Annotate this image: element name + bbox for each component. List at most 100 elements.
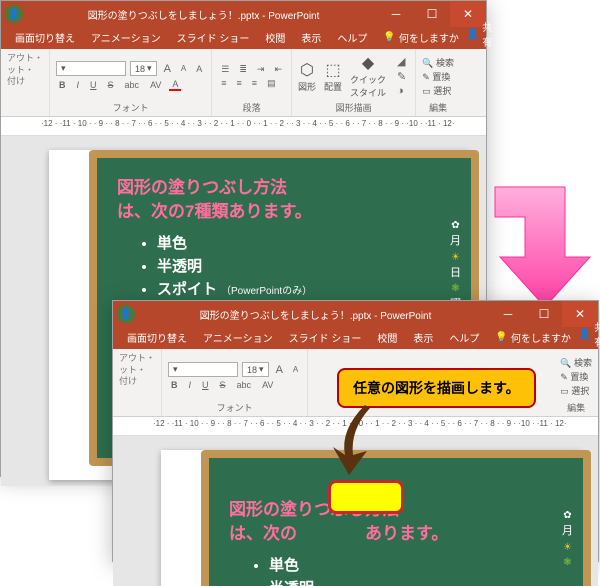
columns-icon[interactable]: ▤	[264, 78, 279, 89]
bullets-icon[interactable]: ☰	[218, 64, 232, 75]
shapes-icon[interactable]: ⬡	[300, 60, 314, 80]
underline-button[interactable]: U	[199, 380, 212, 390]
tab-review[interactable]: 校閲	[369, 326, 405, 349]
share-button[interactable]: 👤共有	[467, 19, 492, 49]
fill-icon[interactable]: ◢	[394, 55, 409, 68]
effects-icon[interactable]: ◑	[394, 85, 409, 97]
shadow-button[interactable]: abc	[234, 380, 255, 390]
tab-view[interactable]: 表示	[293, 26, 329, 49]
select-button[interactable]: ▭ 選択	[560, 384, 592, 397]
tell-me[interactable]: 💡何をしますか	[487, 326, 578, 349]
ribbon: アウト・ ット・ 付け ▾ 18▾ A A A B I U S abc AV A…	[1, 49, 486, 117]
minimize-button[interactable]: ─	[490, 301, 526, 327]
underline-button[interactable]: U	[87, 80, 100, 90]
maximize-button[interactable]: ☐	[526, 301, 562, 327]
group-label-draw: 図形描画	[336, 101, 372, 114]
bullet-list: 単色 半透明	[209, 554, 583, 586]
spacing-button[interactable]: AV	[147, 80, 164, 90]
clear-format-icon[interactable]: A	[193, 64, 205, 74]
user-avatar: 👤	[5, 5, 23, 23]
italic-button[interactable]: I	[186, 380, 195, 390]
arrange-icon[interactable]: ⬚	[325, 60, 340, 80]
group-label-para: 段落	[243, 101, 261, 114]
spacing-button[interactable]: AV	[259, 380, 276, 390]
tab-transitions[interactable]: 画面切り替え	[7, 26, 83, 49]
select-icon: ▭	[560, 386, 569, 396]
group-label-font: フォント	[113, 101, 149, 114]
replace-button[interactable]: ✎ 置換	[422, 70, 454, 83]
decrease-font[interactable]: A	[178, 64, 189, 73]
slide-heading: 図形の塗りつぶし方法は、次の7種類あります。	[117, 176, 451, 224]
bold-button[interactable]: B	[168, 380, 181, 390]
tab-view[interactable]: 表示	[405, 326, 441, 349]
leftpanel-fragment: アウト・ ット・ 付け	[1, 49, 50, 116]
decrease-font[interactable]: A	[290, 365, 301, 374]
increase-font[interactable]: A	[161, 63, 174, 75]
tab-animations[interactable]: アニメーション	[195, 326, 281, 349]
select-button[interactable]: ▭ 選択	[422, 84, 454, 97]
find-button[interactable]: 🔍 検索	[422, 56, 454, 69]
outdent-icon[interactable]: ⇤	[271, 64, 285, 75]
maximize-button[interactable]: ☐	[414, 1, 450, 27]
bold-button[interactable]: B	[56, 80, 69, 90]
tab-transitions[interactable]: 画面切り替え	[119, 326, 195, 349]
tab-animations[interactable]: アニメーション	[83, 26, 169, 49]
align-left-icon[interactable]: ≡	[218, 78, 229, 89]
sun-icon: ☀	[562, 540, 573, 555]
tab-review[interactable]: 校閲	[257, 26, 293, 49]
strike-button[interactable]: S	[217, 380, 229, 390]
share-icon: 👤	[467, 29, 479, 40]
ruler: ·12 · ·11 · 10 · · 9 · · 8 · · 7 · · 6 ·…	[1, 117, 486, 136]
strike-button[interactable]: S	[105, 80, 117, 90]
flower-icon: ✿	[562, 508, 573, 523]
replace-icon: ✎	[560, 372, 568, 382]
list-item: 単色	[269, 554, 583, 575]
font-family-select[interactable]: ▾	[168, 362, 238, 377]
tab-slideshow[interactable]: スライド ショー	[169, 26, 258, 49]
group-label-font: フォント	[217, 401, 253, 414]
shadow-button[interactable]: abc	[122, 80, 143, 90]
search-icon: 🔍	[560, 358, 571, 368]
user-avatar: 👤	[117, 305, 135, 323]
callout-arrow	[320, 400, 390, 480]
share-icon: 👤	[579, 329, 591, 340]
group-font: ▾ 18▾ A A B I U S abc AV フォント	[162, 349, 308, 416]
ribbon-tabs: 画面切り替え アニメーション スライド ショー 校閲 表示 ヘルプ 💡何をします…	[113, 327, 598, 349]
drawn-shape[interactable]	[328, 480, 404, 514]
bulb-icon: 💡	[495, 332, 507, 343]
find-button[interactable]: 🔍 検索	[560, 356, 592, 369]
tell-me[interactable]: 💡何をしますか	[375, 26, 466, 49]
tree-icon: ❃	[562, 555, 573, 570]
align-right-icon[interactable]: ≡	[249, 78, 260, 89]
group-editing: 🔍 検索 ✎ 置換 ▭ 選択 編集	[554, 349, 598, 416]
outline-icon[interactable]: ✎	[394, 70, 409, 83]
minimize-button[interactable]: ─	[378, 1, 414, 27]
font-family-select[interactable]: ▾	[56, 61, 126, 76]
fontcolor-button[interactable]: A	[169, 79, 181, 91]
increase-font[interactable]: A	[273, 364, 286, 376]
list-item: スポイト（PowerPointのみ）	[157, 278, 471, 299]
titlebar: 👤 図形の塗りつぶしをしましょう！.pptx - PowerPoint ─ ☐ …	[113, 301, 598, 327]
tab-slideshow[interactable]: スライド ショー	[281, 326, 370, 349]
replace-button[interactable]: ✎ 置換	[560, 370, 592, 383]
group-font: ▾ 18▾ A A A B I U S abc AV A フォント	[50, 49, 212, 116]
day-column: ✿ 月 ☀ ❃	[562, 508, 573, 570]
replace-icon: ✎	[422, 72, 430, 82]
search-icon: 🔍	[422, 58, 433, 68]
indent-icon[interactable]: ⇥	[254, 64, 268, 75]
numbering-icon[interactable]: ≣	[236, 64, 250, 75]
sun-icon: ☀	[450, 250, 461, 265]
list-item: 半透明	[157, 255, 471, 276]
italic-button[interactable]: I	[74, 80, 83, 90]
quickstyle-icon[interactable]: ◆	[362, 53, 374, 73]
flower-icon: ✿	[450, 218, 461, 233]
share-button[interactable]: 👤共有	[579, 319, 600, 349]
font-size-select[interactable]: 18▾	[130, 61, 157, 76]
titlebar: 👤 図形の塗りつぶしをしましょう！.pptx - PowerPoint ─ ☐ …	[1, 1, 486, 27]
leftpanel-fragment: アウト・ ット・ 付け	[113, 349, 162, 416]
tab-help[interactable]: ヘルプ	[441, 326, 487, 349]
tab-help[interactable]: ヘルプ	[329, 26, 375, 49]
align-center-icon[interactable]: ≡	[234, 78, 245, 89]
group-editing: 🔍 検索 ✎ 置換 ▭ 選択 編集	[416, 49, 460, 116]
font-size-select[interactable]: 18▾	[242, 362, 269, 377]
